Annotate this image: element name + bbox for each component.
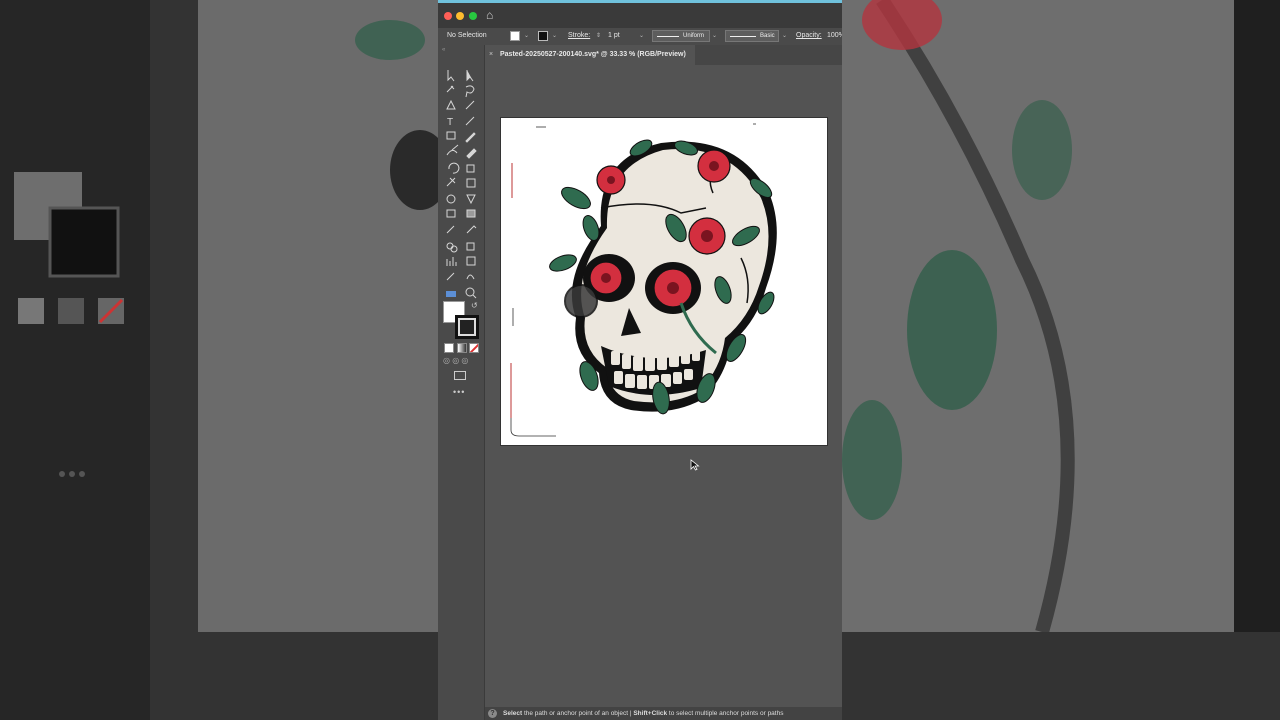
home-icon[interactable]: ⌂ — [486, 9, 498, 21]
brush-definition-select[interactable]: Basic — [725, 30, 779, 42]
control-bar: No Selection ⌄ ⌄ Stroke: ⇕ 1 pt ⌄ Unifor… — [438, 28, 842, 45]
stroke-weight-input[interactable]: 1 pt — [608, 32, 620, 39]
mouse-cursor-icon — [690, 459, 700, 471]
close-icon[interactable]: × — [489, 45, 493, 65]
document-title: Pasted-20250527-200140.svg* @ 33.33 % (R… — [500, 51, 686, 58]
minimize-window-button[interactable] — [456, 12, 464, 20]
chevron-down-icon[interactable]: ⌄ — [524, 32, 529, 39]
edit-toolbar-icon[interactable]: ••• — [453, 387, 465, 397]
stroke-swatch[interactable] — [538, 31, 548, 41]
gradient-mode-icon[interactable] — [457, 343, 467, 353]
stroke-label[interactable]: Stroke: — [568, 32, 590, 39]
opacity-input[interactable]: 100% — [827, 32, 842, 39]
stroke-color-box[interactable] — [455, 315, 479, 339]
opacity-label[interactable]: Opacity: — [796, 32, 822, 39]
stepper-icon[interactable]: ⇕ — [596, 32, 601, 39]
none-mode-icon[interactable] — [469, 343, 479, 353]
close-window-button[interactable] — [444, 12, 452, 20]
artboard[interactable] — [500, 117, 828, 446]
line-preview-icon — [657, 36, 679, 37]
variable-width-profile-select[interactable]: Uniform — [652, 30, 710, 42]
brush-label: Basic — [760, 33, 775, 39]
skull-artwork — [510, 123, 777, 437]
swap-colors-icon[interactable]: ↺ — [471, 301, 478, 310]
status-bar: ? Select the path or anchor point of an … — [485, 707, 842, 720]
zoom-window-button[interactable] — [469, 12, 477, 20]
document-tab-bar: × Pasted-20250527-200140.svg* @ 33.33 % … — [485, 45, 842, 65]
profile-label: Uniform — [683, 33, 705, 39]
chevron-down-icon[interactable]: ⌄ — [782, 32, 787, 39]
status-message: Select the path or anchor point of an ob… — [503, 710, 784, 717]
background-tools-blur — [14, 20, 438, 477]
fill-swatch[interactable] — [510, 31, 520, 41]
chevron-down-icon[interactable]: ⌄ — [552, 32, 557, 39]
chevron-down-icon[interactable]: ⌄ — [639, 32, 644, 39]
background-artboard-right — [842, 0, 1234, 634]
help-icon[interactable]: ? — [488, 709, 497, 718]
tools-grid: T — [446, 70, 477, 299]
selection-status: No Selection — [447, 32, 487, 39]
title-bar: ⌂ — [438, 0, 842, 28]
chevron-down-icon[interactable]: ⌄ — [712, 32, 717, 39]
document-tab[interactable]: × Pasted-20250527-200140.svg* @ 33.33 % … — [485, 45, 695, 65]
collapse-panel-icon[interactable]: « — [442, 47, 445, 53]
line-preview-icon — [730, 36, 756, 37]
color-mode-icon[interactable] — [444, 343, 454, 353]
tools-panel: « T ↺ ◎ ◎ ◎ ••• — [438, 45, 485, 720]
screen-mode-icon[interactable] — [454, 371, 466, 380]
draw-mode-icon[interactable]: ◎ ◎ ◎ — [443, 356, 468, 365]
svg-text:T: T — [447, 117, 453, 128]
